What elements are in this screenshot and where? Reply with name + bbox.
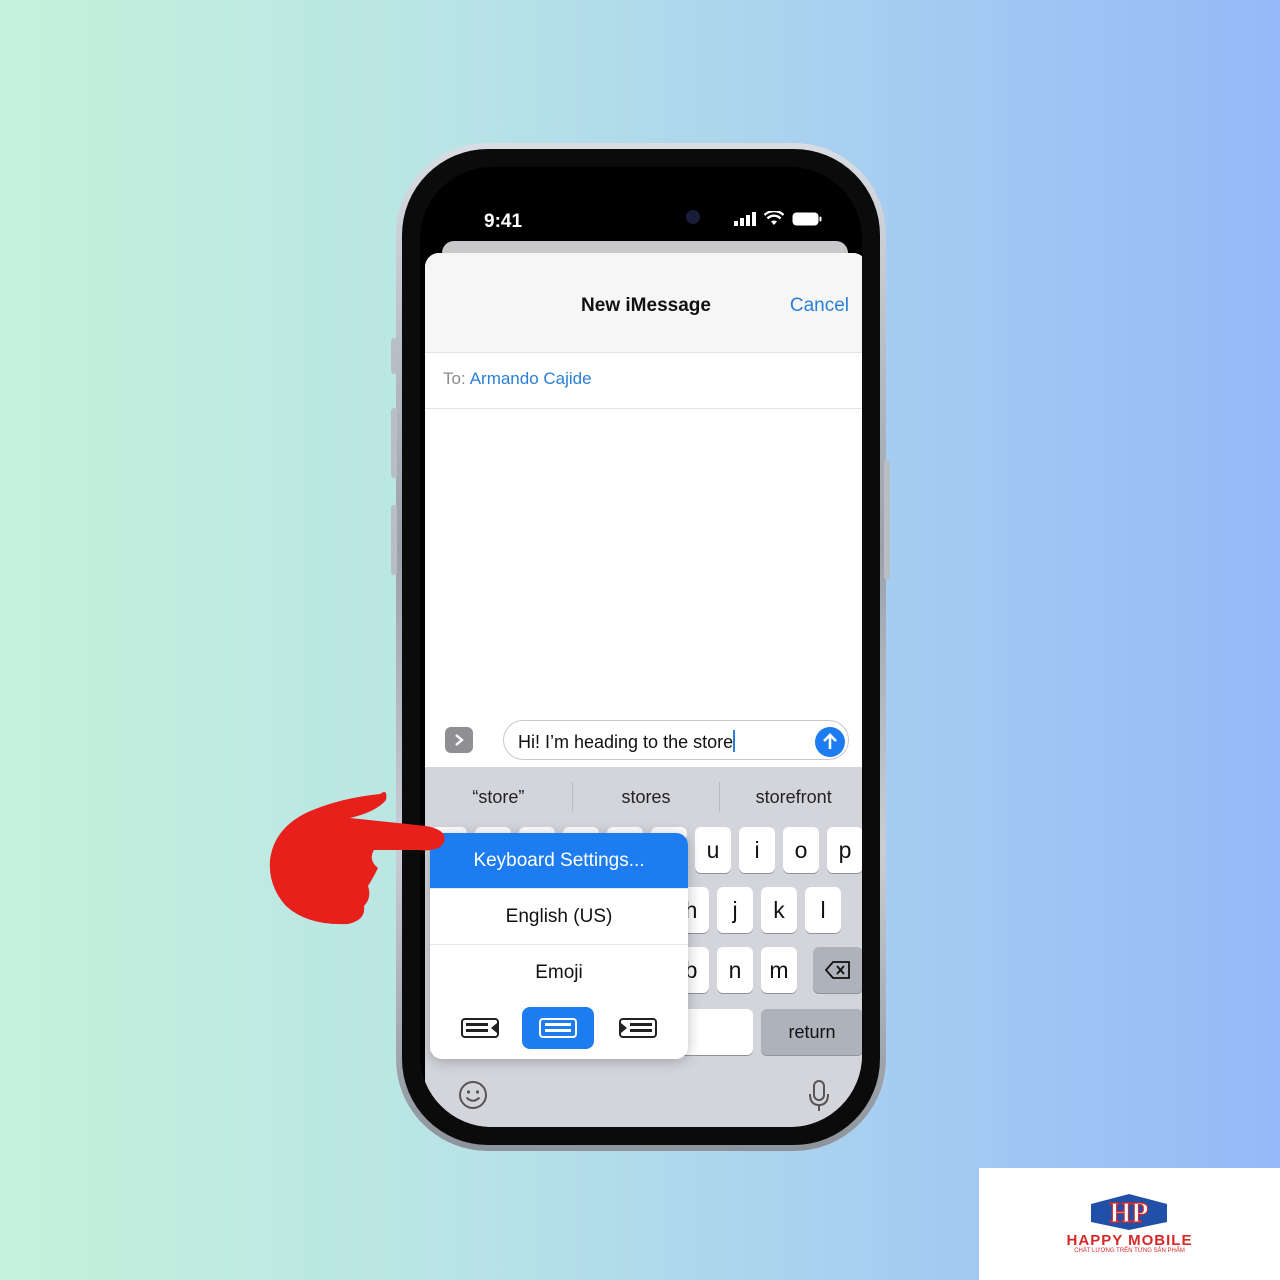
predictive-bar: “store” stores storefront — [425, 767, 862, 827]
keyboard-left-icon — [461, 1018, 499, 1038]
suggestion-item[interactable]: storefront — [720, 787, 862, 808]
key-p[interactable]: p — [827, 827, 862, 873]
phone-screen: 9:41 New iMessage Cancel To: Armando Caji… — [420, 167, 862, 1127]
suggestion-item[interactable]: stores — [573, 787, 720, 808]
key-n[interactable]: n — [717, 947, 753, 993]
arrow-up-icon — [823, 733, 837, 749]
keyboard-icon — [539, 1018, 577, 1038]
left-keyboard-button[interactable] — [444, 1007, 516, 1049]
english-us-item[interactable]: English (US) — [430, 889, 688, 945]
cancel-button[interactable]: Cancel — [790, 295, 849, 317]
key-i[interactable]: i — [739, 827, 775, 873]
keyboard-menu-popup: Keyboard Settings... English (US) Emoji — [430, 833, 688, 1059]
key-j[interactable]: j — [717, 887, 753, 933]
pointing-hand-icon — [269, 792, 445, 925]
emoji-item[interactable]: Emoji — [430, 945, 688, 1001]
imessage-sheet: New iMessage Cancel To: Armando Cajide Hi… — [425, 253, 862, 1127]
keyboard-settings-item[interactable]: Keyboard Settings... — [430, 833, 688, 889]
keyboard: “store” stores storefront u i o p h j k … — [425, 767, 862, 1127]
action-button — [391, 338, 397, 374]
composer-bar: Hi! I’m heading to the store — [425, 713, 862, 767]
send-button[interactable] — [815, 727, 845, 757]
key-k[interactable]: k — [761, 887, 797, 933]
key-u[interactable]: u — [695, 827, 731, 873]
signal-icon — [734, 211, 756, 226]
message-text: Hi! I’m heading to the store — [518, 732, 734, 752]
message-input[interactable]: Hi! I’m heading to the store — [503, 720, 849, 760]
status-time: 9:41 — [484, 211, 523, 232]
front-camera — [686, 210, 700, 224]
full-keyboard-button[interactable] — [522, 1007, 594, 1049]
brand-name: HAPPY MOBILE — [1066, 1232, 1193, 1249]
hp-logo-icon: HP — [1091, 1194, 1167, 1230]
key-m[interactable]: m — [761, 947, 797, 993]
chevron-right-icon — [455, 734, 464, 746]
volume-down-button — [391, 505, 397, 575]
phone-bezel: 9:41 New iMessage Cancel To: Armando Caji… — [402, 149, 880, 1145]
return-key[interactable]: return — [761, 1009, 862, 1055]
svg-text:HP: HP — [1110, 1198, 1149, 1229]
delete-key[interactable] — [813, 947, 862, 993]
text-cursor — [733, 730, 736, 752]
nav-bar: New iMessage Cancel — [425, 253, 862, 353]
key-o[interactable]: o — [783, 827, 819, 873]
dictation-button[interactable] — [807, 1079, 831, 1118]
volume-up-button — [391, 408, 397, 478]
right-keyboard-button[interactable] — [602, 1007, 674, 1049]
dynamic-island — [590, 201, 714, 233]
backspace-icon — [825, 961, 850, 979]
battery-icon — [792, 212, 822, 225]
keyboard-layout-row — [430, 1001, 688, 1059]
wifi-icon — [764, 211, 784, 225]
to-label: To: — [443, 369, 466, 388]
happy-mobile-logo: HP HAPPY MOBILE CHẤT LƯỢNG TRÊN TỪNG SẢN… — [979, 1168, 1280, 1280]
emoji-button[interactable] — [457, 1079, 489, 1116]
brand-tagline: CHẤT LƯỢNG TRÊN TỪNG SẢN PHẨM — [1074, 1248, 1185, 1254]
status-icons — [734, 211, 822, 226]
emoji-icon — [459, 1081, 487, 1109]
apps-button[interactable] — [445, 727, 473, 753]
keyboard-right-icon — [619, 1018, 657, 1038]
key-l[interactable]: l — [805, 887, 841, 933]
recipient-field[interactable]: To: Armando Cajide — [425, 353, 862, 409]
power-button — [884, 460, 890, 580]
iphone-frame: 9:41 New iMessage Cancel To: Armando Caji… — [396, 143, 886, 1151]
microphone-icon — [809, 1080, 829, 1111]
recipient-name[interactable]: Armando Cajide — [470, 369, 592, 388]
